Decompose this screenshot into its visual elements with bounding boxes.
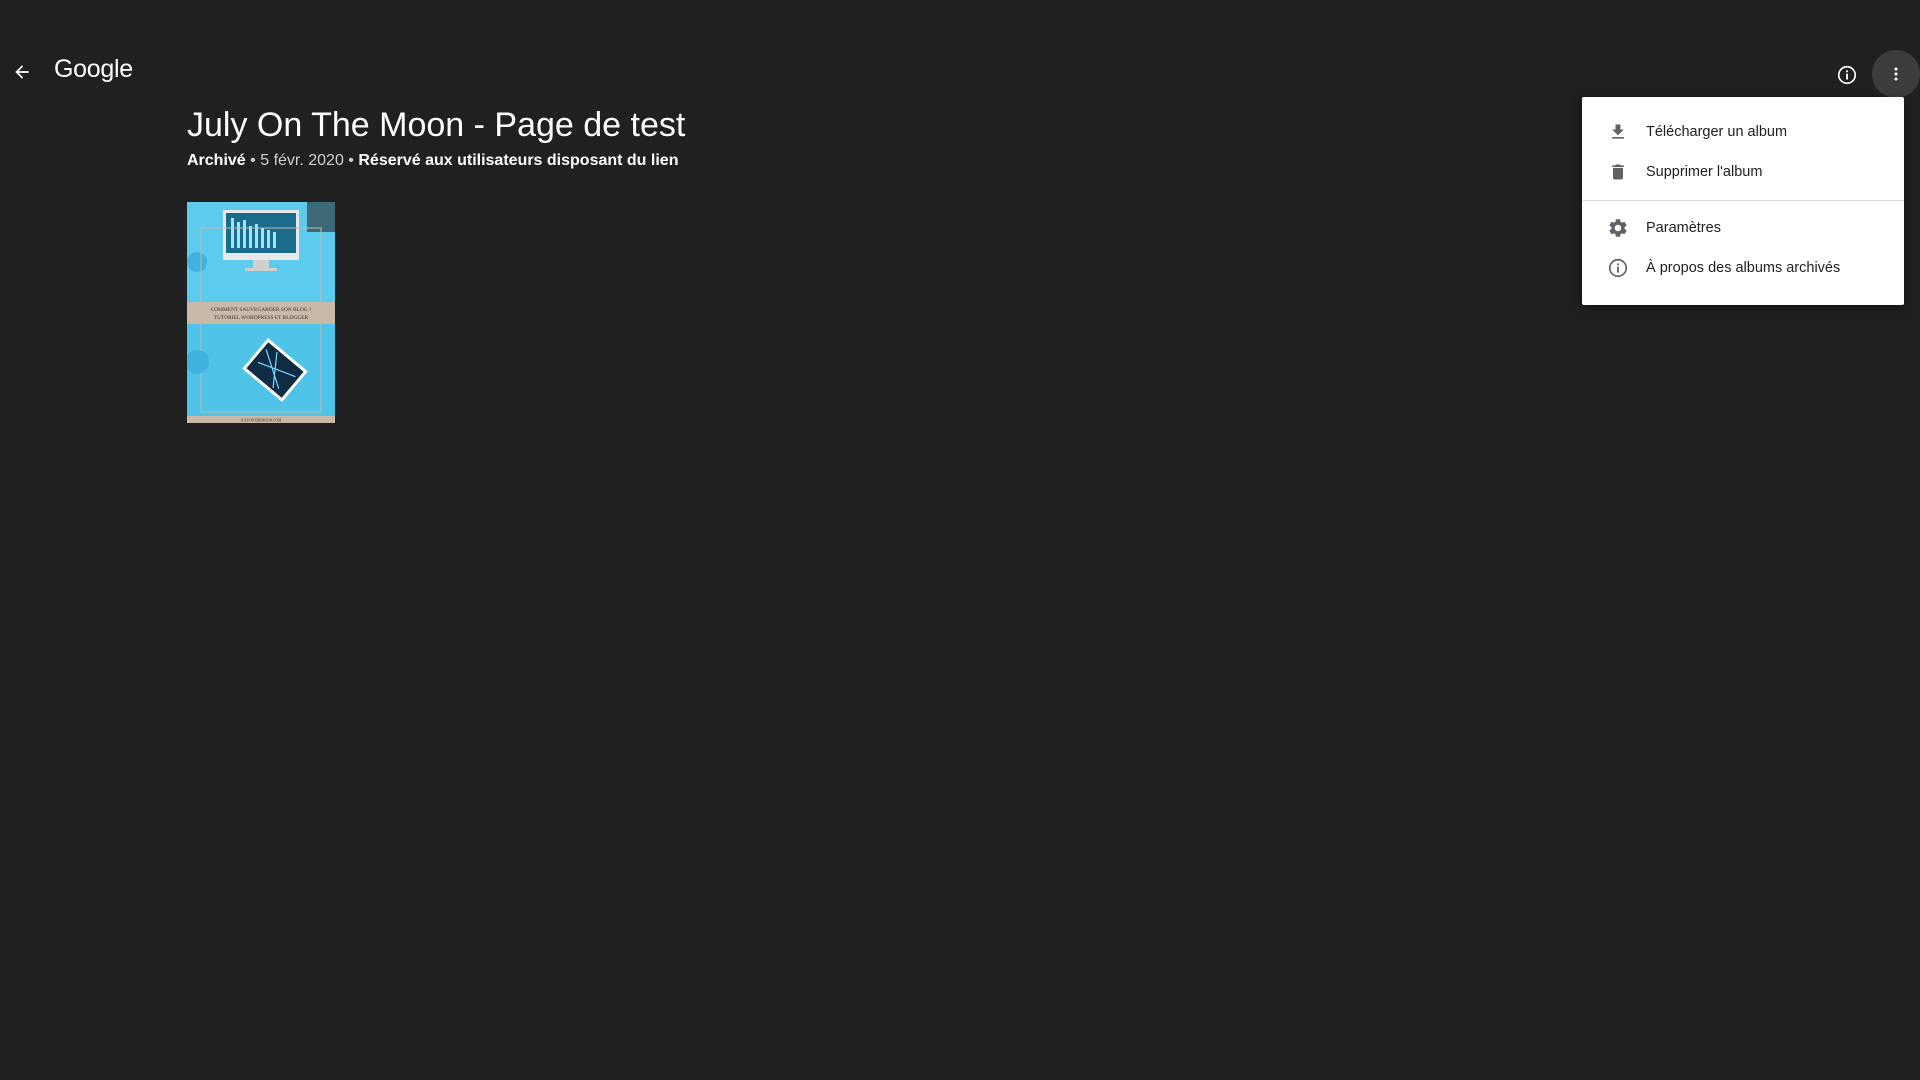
photo-caption-line2: TUTORIEL WORDPRESS ET BLOGGER: [214, 315, 309, 321]
info-icon: [1606, 256, 1630, 280]
overflow-menu: Télécharger un album Supprimer l'album P…: [1582, 97, 1904, 305]
menu-item-label: Télécharger un album: [1646, 124, 1788, 140]
more-options-button[interactable]: [1872, 50, 1920, 98]
info-button[interactable]: [1826, 54, 1868, 96]
download-icon: [1606, 120, 1630, 144]
menu-item-label: Paramètres: [1646, 220, 1721, 236]
info-icon: [1837, 65, 1857, 85]
arrow-back-icon: [15, 65, 29, 79]
album-sharing[interactable]: Réservé aux utilisateurs disposant du li…: [358, 152, 678, 169]
menu-item-settings[interactable]: Paramètres: [1582, 208, 1904, 248]
meta-separator: •: [250, 152, 256, 169]
gear-icon: [1606, 216, 1630, 240]
menu-item-label: Supprimer l'album: [1646, 164, 1763, 180]
trash-icon: [1606, 160, 1630, 184]
more-vert-icon: [1894, 67, 1898, 81]
album-date: 5 févr. 2020: [260, 152, 344, 169]
menu-item-about-archived-albums[interactable]: À propos des albums archivés: [1582, 248, 1904, 288]
menu-item-label: À propos des albums archivés: [1646, 260, 1841, 276]
photo-artwork: COMMENT SAUVEGARDER SON BLOG ? TUTORIEL …: [187, 202, 335, 423]
google-logo[interactable]: Google: [54, 55, 133, 84]
album-header: July On The Moon - Page de test Archivé …: [187, 104, 685, 170]
photo-footer: JULYONTHEMOON.COM: [241, 419, 282, 423]
photo-caption-line1: COMMENT SAUVEGARDER SON BLOG ?: [211, 307, 312, 313]
photo-thumbnail[interactable]: COMMENT SAUVEGARDER SON BLOG ? TUTORIEL …: [187, 202, 335, 423]
meta-separator: •: [348, 152, 354, 169]
menu-item-delete-album[interactable]: Supprimer l'album: [1582, 152, 1904, 192]
album-meta: Archivé • 5 févr. 2020 • Réservé aux uti…: [187, 152, 685, 170]
album-title[interactable]: July On The Moon - Page de test: [187, 104, 685, 146]
menu-divider: [1582, 200, 1904, 201]
back-button[interactable]: [4, 54, 40, 90]
menu-item-download-album[interactable]: Télécharger un album: [1582, 112, 1904, 152]
album-status: Archivé: [187, 152, 246, 169]
